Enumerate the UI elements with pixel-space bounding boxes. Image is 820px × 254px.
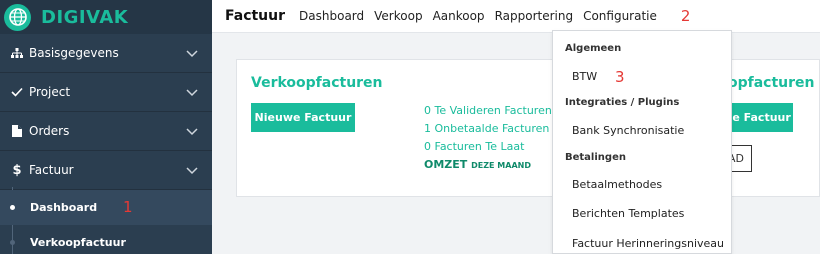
omzet-label: OMZET DEZE MAAND <box>424 158 531 171</box>
stat-unpaid-link[interactable]: 1 Onbetaalde Facturen <box>424 122 549 135</box>
sidebar-subitem-verkoopfactuur[interactable]: Verkoopfactuur <box>0 225 212 254</box>
file-icon <box>10 125 24 137</box>
dollar-icon: $ <box>12 162 22 178</box>
stat-overdue-link[interactable]: 0 Facturen Te Laat <box>424 140 524 153</box>
sidebar-item-label: Project <box>29 85 71 99</box>
chevron-down-icon <box>186 50 198 58</box>
inactive-dot-icon <box>10 240 15 245</box>
chevron-down-icon <box>186 128 198 136</box>
chevron-down-icon <box>186 89 198 97</box>
brand-name: DIGIVAK <box>41 6 129 28</box>
brand[interactable]: DIGIVAK <box>0 0 212 34</box>
dropdown-section-title: Betalingen <box>565 152 626 163</box>
check-icon <box>10 87 24 97</box>
globe-icon <box>4 3 31 31</box>
omzet-text: OMZET <box>424 158 468 171</box>
page-title: Factuur <box>225 8 286 24</box>
nav-aankoop[interactable]: Aankoop <box>433 9 485 23</box>
nav-dashboard[interactable]: Dashboard <box>299 9 364 23</box>
dropdown-item-btw[interactable]: BTW <box>572 70 597 83</box>
top-navbar: Factuur Dashboard Verkoop Aankoop Rappor… <box>212 0 820 33</box>
card-title: Verkoopfacturen <box>251 75 383 91</box>
chevron-down-icon <box>186 167 198 175</box>
dropdown-section-title: Algemeen <box>565 43 622 54</box>
sidebar: DIGIVAK Basisgegevens Project Orders $ F… <box>0 0 212 254</box>
nav-verkoop[interactable]: Verkoop <box>374 9 422 23</box>
sidebar-item-orders[interactable]: Orders <box>0 112 212 151</box>
sidebar-subitem-label: Dashboard <box>30 201 98 214</box>
sidebar-item-label: Orders <box>29 124 70 138</box>
annotation-number: 2 <box>680 7 691 25</box>
dropdown-section-title: Integraties / Plugins <box>565 97 680 108</box>
sidebar-subitem-label: Verkoopfactuur <box>30 236 126 249</box>
verkoopfacturen-card: Verkoopfacturen Nieuwe Factuur 0 Te Vali… <box>236 59 564 197</box>
sidebar-item-factuur[interactable]: $ Factuur <box>0 151 212 190</box>
sidebar-item-label: Basisgegevens <box>29 46 119 60</box>
dropdown-item-berichten-templates[interactable]: Berichten Templates <box>572 207 684 220</box>
sitemap-icon <box>10 47 24 59</box>
nav-rapportering[interactable]: Rapportering <box>495 9 574 23</box>
omzet-suffix: DEZE MAAND <box>471 161 531 170</box>
annotation-number: 1 <box>123 198 133 216</box>
new-invoice-button[interactable]: Nieuwe Factuur <box>251 103 355 132</box>
stat-to-validate-link[interactable]: 0 Te Valideren Facturen <box>424 104 552 117</box>
sidebar-item-basisgegevens[interactable]: Basisgegevens <box>0 34 212 73</box>
sidebar-item-label: Factuur <box>29 163 74 177</box>
dropdown-item-betaalmethodes[interactable]: Betaalmethodes <box>572 178 662 191</box>
sidebar-subitem-dashboard[interactable]: Dashboard 1 <box>0 190 212 225</box>
configuratie-dropdown: Algemeen BTW 3 Integraties / Plugins Ban… <box>552 30 732 254</box>
card-title: opfacturen <box>728 75 815 91</box>
annotation-number: 3 <box>615 68 625 86</box>
sidebar-item-project[interactable]: Project <box>0 73 212 112</box>
nav-configuratie[interactable]: Configuratie <box>583 9 657 23</box>
dropdown-item-factuur-herinneringsniveau[interactable]: Factuur Herinneringsniveau <box>572 237 724 250</box>
active-dot-icon <box>10 205 15 210</box>
dropdown-item-bank-synchronisatie[interactable]: Bank Synchronisatie <box>572 124 684 137</box>
